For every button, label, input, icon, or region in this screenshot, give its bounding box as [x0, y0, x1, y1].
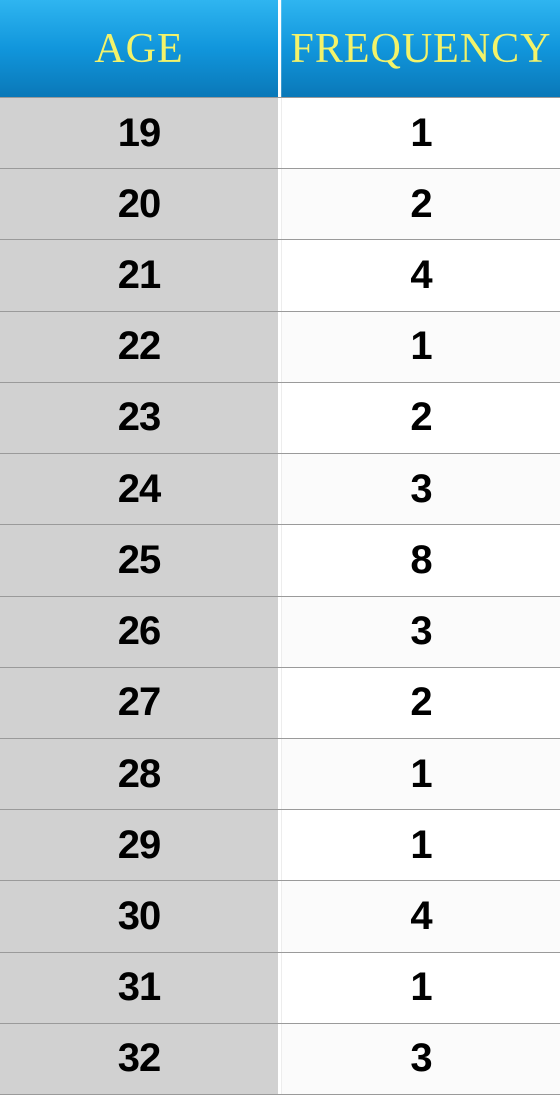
frequency-cell: 1 — [281, 953, 560, 1023]
frequency-cell: 4 — [281, 881, 560, 951]
frequency-cell: 8 — [281, 525, 560, 595]
table-row: 243 — [0, 453, 560, 524]
frequency-cell: 2 — [281, 169, 560, 239]
frequency-cell: 2 — [281, 668, 560, 738]
table-row: 232 — [0, 382, 560, 453]
table-row: 311 — [0, 952, 560, 1023]
header-frequency: FREQUENCY — [281, 0, 560, 97]
age-cell: 29 — [0, 810, 281, 880]
frequency-cell: 3 — [281, 597, 560, 667]
table-row: 323 — [0, 1023, 560, 1095]
age-cell: 27 — [0, 668, 281, 738]
age-cell: 24 — [0, 454, 281, 524]
table-row: 214 — [0, 239, 560, 310]
frequency-cell: 1 — [281, 312, 560, 382]
table-row: 221 — [0, 311, 560, 382]
age-cell: 31 — [0, 953, 281, 1023]
frequency-cell: 4 — [281, 240, 560, 310]
age-cell: 23 — [0, 383, 281, 453]
frequency-cell: 3 — [281, 454, 560, 524]
frequency-cell: 1 — [281, 98, 560, 168]
frequency-cell: 3 — [281, 1024, 560, 1094]
age-cell: 26 — [0, 597, 281, 667]
age-cell: 32 — [0, 1024, 281, 1094]
age-cell: 25 — [0, 525, 281, 595]
age-cell: 30 — [0, 881, 281, 951]
frequency-cell: 1 — [281, 810, 560, 880]
table-row: 291 — [0, 809, 560, 880]
table-row: 263 — [0, 596, 560, 667]
table-row: 272 — [0, 667, 560, 738]
frequency-cell: 1 — [281, 739, 560, 809]
table-row: 304 — [0, 880, 560, 951]
table-row: 191 — [0, 97, 560, 168]
age-cell: 19 — [0, 98, 281, 168]
header-age: AGE — [0, 0, 281, 97]
age-cell: 21 — [0, 240, 281, 310]
table-row: 202 — [0, 168, 560, 239]
table-row: 258 — [0, 524, 560, 595]
frequency-table: AGE FREQUENCY 19120221422123224325826327… — [0, 0, 560, 1095]
age-cell: 20 — [0, 169, 281, 239]
frequency-cell: 2 — [281, 383, 560, 453]
table-row: 281 — [0, 738, 560, 809]
age-cell: 28 — [0, 739, 281, 809]
age-cell: 22 — [0, 312, 281, 382]
header-row: AGE FREQUENCY — [0, 0, 560, 97]
